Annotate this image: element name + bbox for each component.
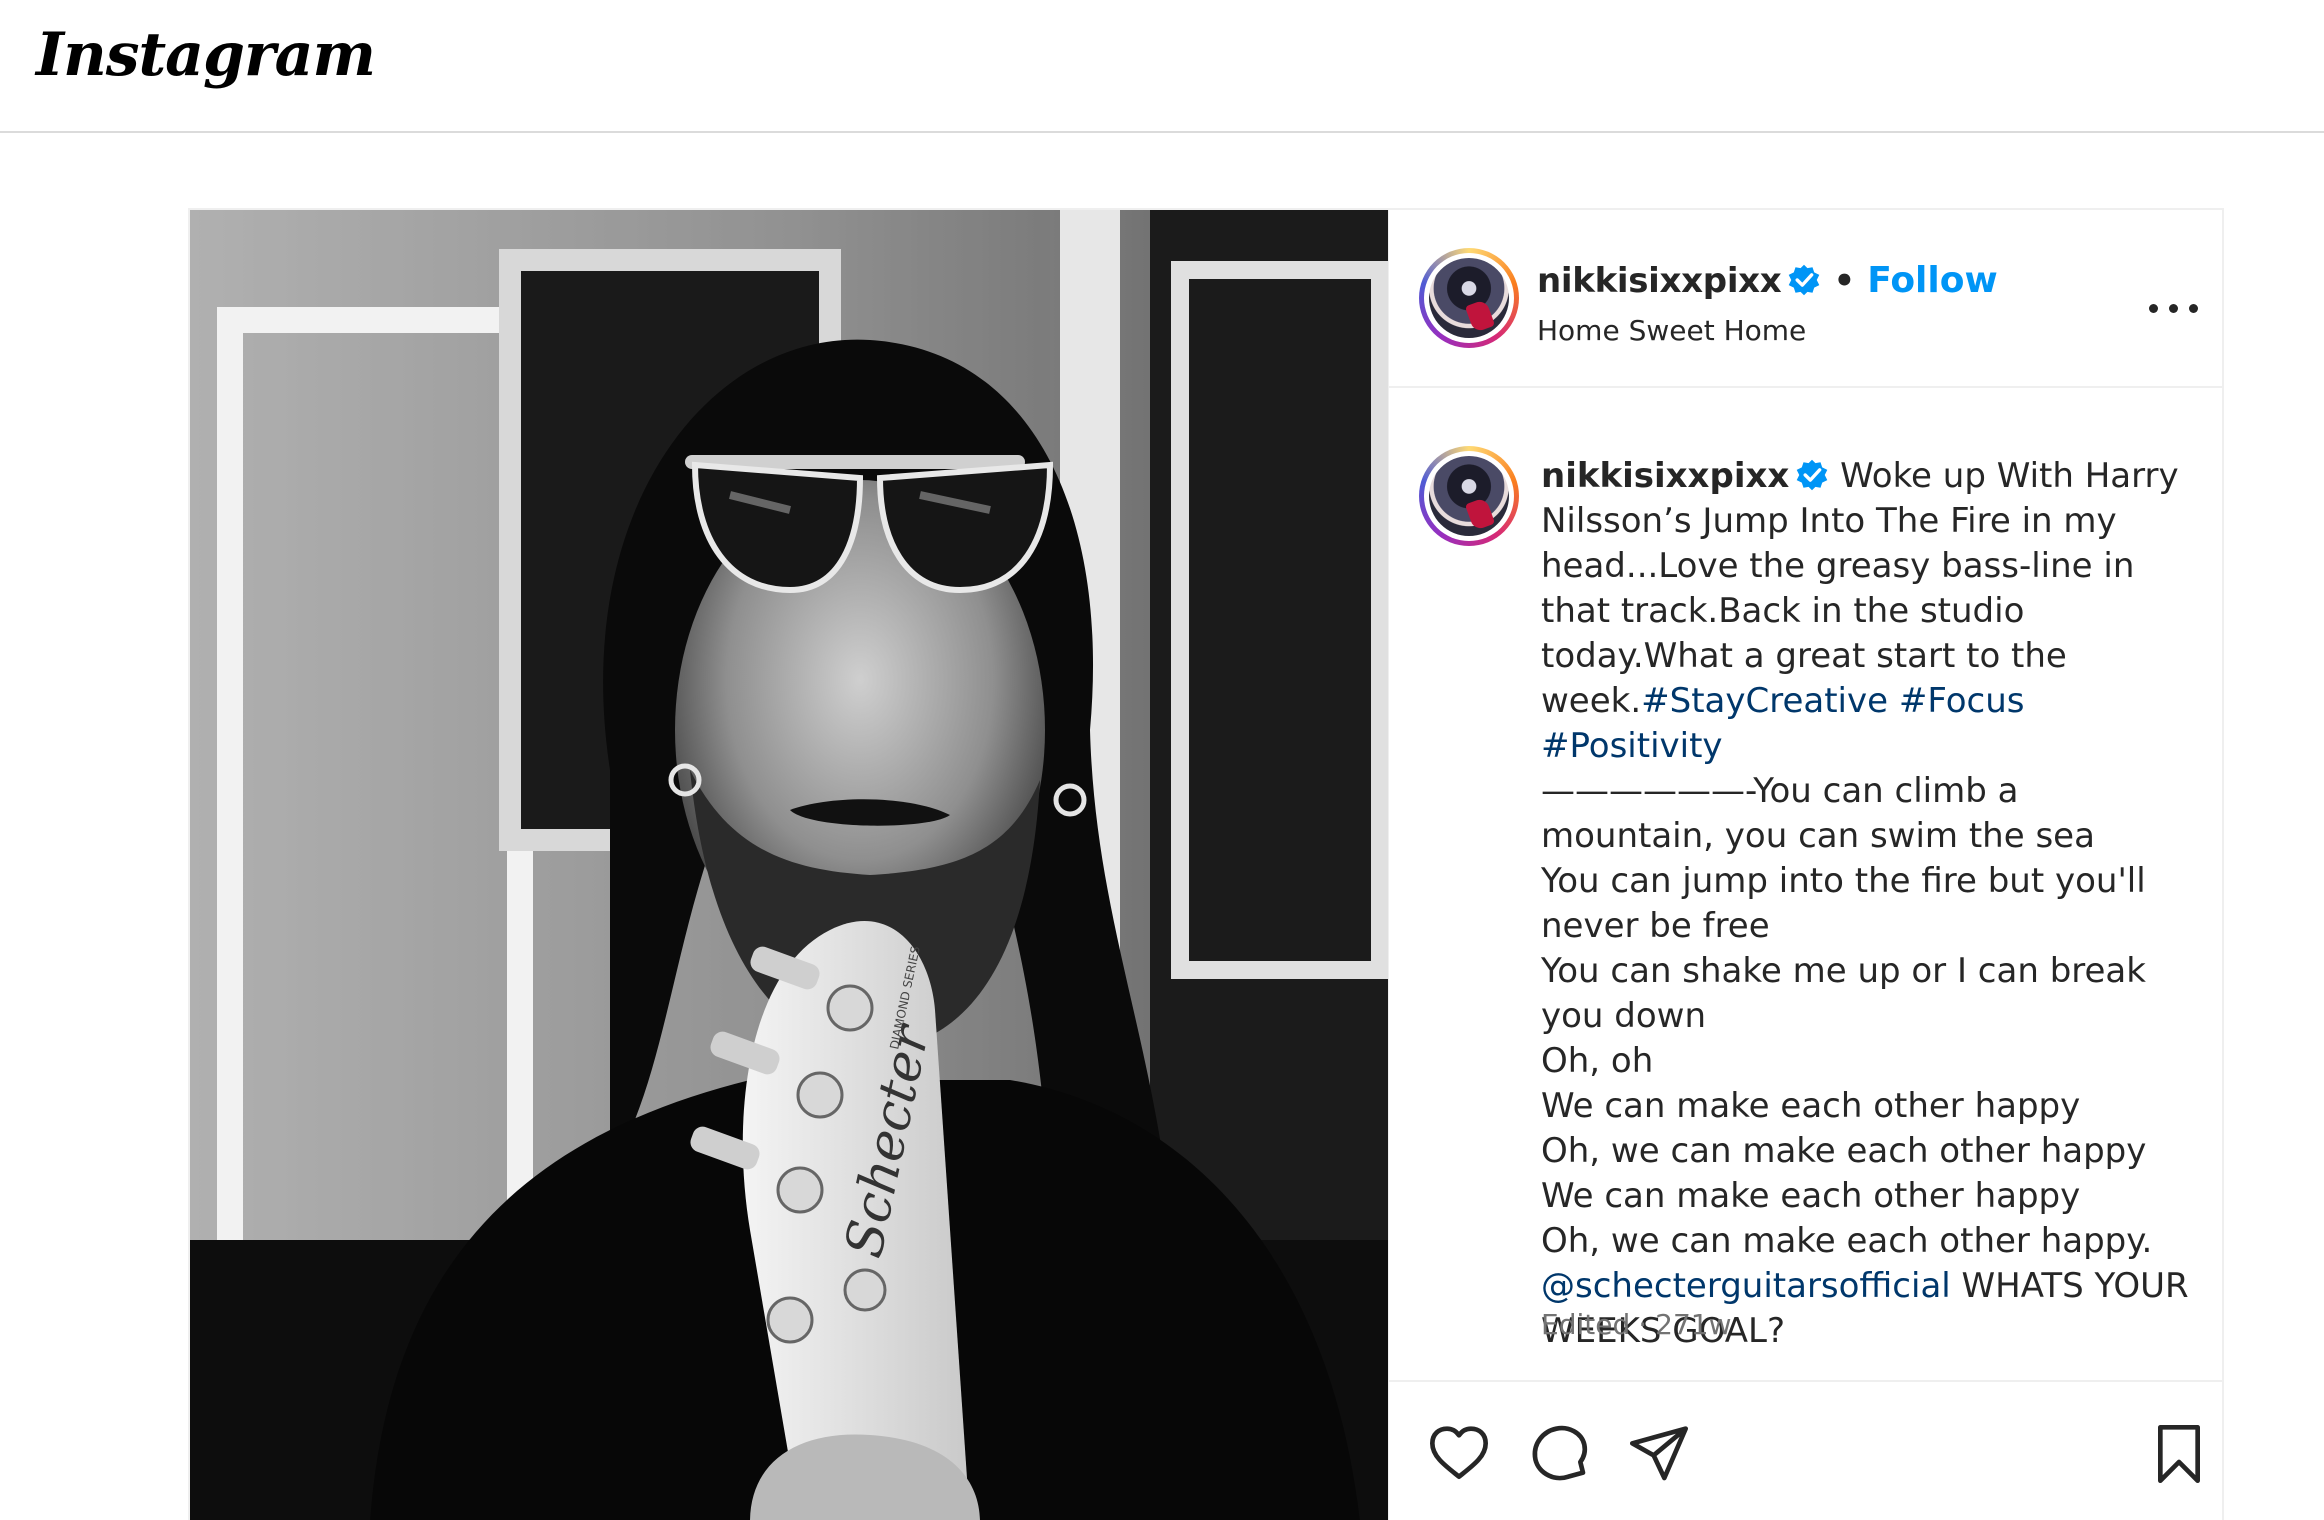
author-username[interactable]: nikkisixxpixx [1537, 261, 1782, 301]
header-author-line: nikkisixxpixx • Follow [1537, 260, 1998, 301]
caption-author-avatar[interactable] [1419, 446, 1519, 546]
lyric-line: Oh, we can make each other happy [1541, 1131, 2147, 1171]
heart-icon[interactable] [1427, 1422, 1491, 1486]
lyric-line: You can jump into the fire but you'll ne… [1541, 861, 2146, 946]
hashtag-link[interactable]: #Positivity [1541, 726, 1723, 766]
post-card: Schecter DIAMOND SERIES nikkisixxpixx • Fo… [188, 208, 2224, 1520]
verified-badge-icon [1789, 264, 1820, 296]
verified-badge-icon [1797, 459, 1828, 491]
hashtag-link[interactable]: #Focus [1899, 681, 2025, 721]
comment-icon[interactable] [1527, 1422, 1591, 1486]
mention-link[interactable]: @schecterguitarsofficial [1541, 1266, 1951, 1306]
edited-label: Edited [1541, 1308, 1631, 1341]
caption-username[interactable]: nikkisixxpixx [1541, 456, 1789, 496]
lyric-line: ——————-You can climb a mountain, you can… [1541, 771, 2095, 856]
avatar-image [1429, 258, 1509, 338]
post-caption: nikkisixxpixx Woke up With Harry Nilsson… [1541, 454, 2191, 1354]
lyric-line: We can make each other happy [1541, 1086, 2081, 1126]
separator-dot: • [1833, 261, 1856, 301]
follow-button[interactable]: Follow [1867, 260, 1998, 301]
lyric-line: Oh, oh [1541, 1041, 1654, 1081]
lyric-line: Oh, we can make each other happy. [1541, 1221, 2153, 1261]
post-header: nikkisixxpixx • Follow Home Sweet Home [1389, 210, 2222, 388]
more-options-icon[interactable] [2147, 298, 2207, 322]
post-photo-illustration: Schecter DIAMOND SERIES [190, 210, 1388, 1520]
avatar-image [1429, 456, 1509, 536]
post-age[interactable]: 271w [1655, 1308, 1731, 1341]
top-navigation-bar: Instagram [0, 0, 2324, 133]
post-sidebar: nikkisixxpixx • Follow Home Sweet Home nik… [1388, 210, 2222, 1520]
paper-plane-icon[interactable] [1627, 1422, 1691, 1486]
hashtag-link[interactable]: #StayCreative [1641, 681, 1888, 721]
post-meta: Edited · 271w [1541, 1308, 1731, 1341]
post-image[interactable]: Schecter DIAMOND SERIES [190, 210, 1388, 1520]
post-actions-bar [1389, 1380, 2222, 1520]
meta-separator: · [1638, 1308, 1648, 1341]
lyric-line: We can make each other happy [1541, 1176, 2081, 1216]
author-avatar[interactable] [1419, 248, 1519, 348]
bookmark-icon[interactable] [2147, 1422, 2211, 1486]
instagram-logo[interactable]: Instagram [36, 20, 376, 90]
lyric-line: You can shake me up or I can break you d… [1541, 951, 2146, 1036]
post-location[interactable]: Home Sweet Home [1537, 314, 1806, 347]
